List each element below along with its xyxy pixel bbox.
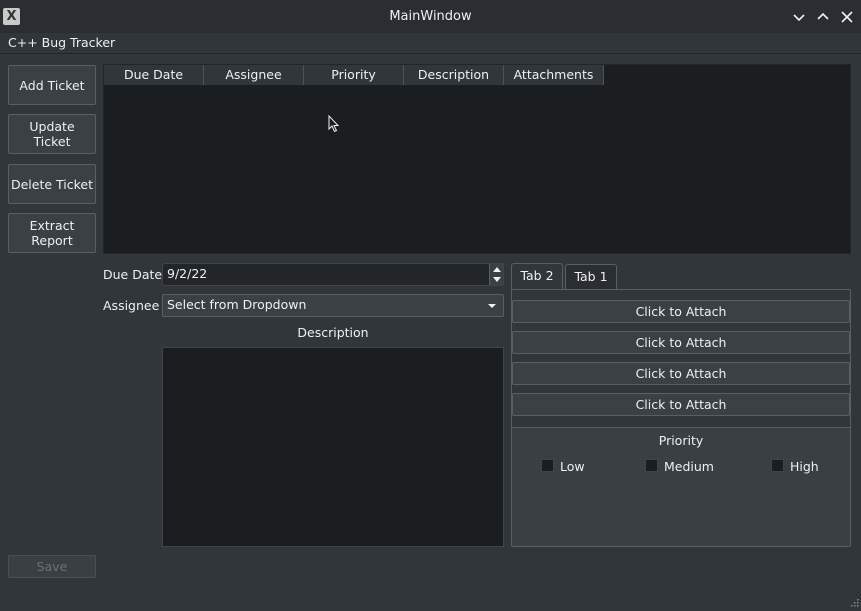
priority-high-label[interactable]: High [790,459,819,474]
priority-high-checkbox[interactable] [771,459,784,472]
minimize-button[interactable] [790,8,808,26]
date-spinner[interactable] [489,264,503,285]
extract-report-button[interactable]: Extract Report [8,213,96,253]
column-header-priority[interactable]: Priority [304,65,404,85]
mouse-pointer-icon [328,115,340,133]
save-button[interactable]: Save [8,555,96,578]
table-header: Due Date Assignee Priority Description A… [104,65,604,85]
menu-app-label[interactable]: C++ Bug Tracker [8,35,115,50]
assignee-value: Select from Dropdown [167,297,307,312]
description-textarea[interactable] [162,347,504,547]
tab-1[interactable]: Tab 1 [565,264,617,290]
add-ticket-button[interactable]: Add Ticket [8,65,96,105]
priority-medium-label[interactable]: Medium [664,459,714,474]
column-header-assignee[interactable]: Assignee [204,65,304,85]
column-header-description[interactable]: Description [404,65,504,85]
menu-divider [0,53,861,54]
arrow-up-icon[interactable] [492,266,502,273]
description-label: Description [297,325,369,340]
priority-low-label[interactable]: Low [560,459,585,474]
due-date-value: 9/2/22 [167,266,208,281]
attach-button-4[interactable]: Click to Attach [512,393,850,416]
menu-bar [0,33,861,53]
ticket-table[interactable] [103,64,851,254]
priority-title: Priority [658,433,704,448]
column-header-attachments[interactable]: Attachments [504,65,604,85]
column-header-due-date[interactable]: Due Date [104,65,204,85]
close-button[interactable] [838,8,856,26]
due-date-label: Due Date [103,267,163,282]
resize-grip-icon[interactable] [846,596,860,610]
update-ticket-button[interactable]: Update Ticket [8,114,96,154]
assignee-label: Assignee [103,298,160,313]
chevron-up-icon [817,12,829,20]
delete-ticket-button[interactable]: Delete Ticket [8,164,96,204]
priority-low-checkbox[interactable] [541,459,554,472]
window-title: MainWindow [389,9,472,24]
attach-button-3[interactable]: Click to Attach [512,362,850,385]
attach-button-1[interactable]: Click to Attach [512,300,850,323]
due-date-field[interactable]: 9/2/22 [162,263,504,286]
caret-down-icon [488,304,496,308]
arrow-down-icon[interactable] [492,276,502,283]
tab-2[interactable]: Tab 2 [511,263,563,290]
close-icon [841,11,853,23]
priority-medium-checkbox[interactable] [645,459,658,472]
chevron-down-icon [793,14,805,22]
maximize-button[interactable] [814,8,832,26]
attach-button-2[interactable]: Click to Attach [512,331,850,354]
assignee-dropdown[interactable]: Select from Dropdown [162,294,504,317]
